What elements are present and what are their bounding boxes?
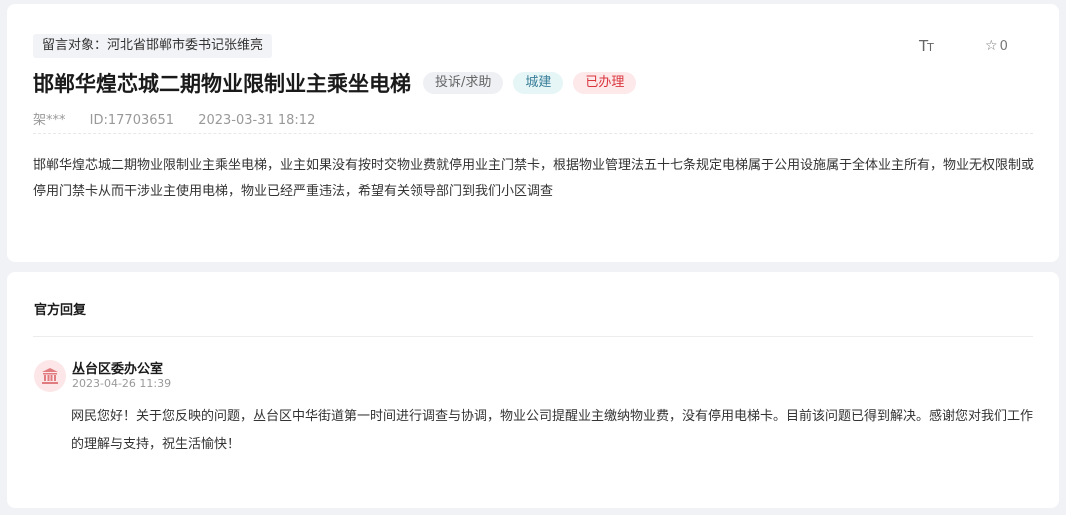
favorite-count: 0 [999, 39, 1008, 54]
official-reply-card: 官方回复 丛台区委办公室 2023-04-26 11:39 网民您好！关于您反映… [7, 272, 1059, 508]
favorite-button[interactable]: ☆ 0 [985, 38, 1008, 54]
font-size-icon[interactable]: TT [919, 37, 934, 55]
reply-datetime: 2023-04-26 11:39 [72, 377, 172, 390]
message-content: 邯郸华煌芯城二期物业限制业主乘坐电梯，业主如果没有按时交物业费就停用业主门禁卡，… [33, 158, 1035, 199]
reply-content: 网民您好！关于您反映的问题，丛台区中华街道第一时间进行调查与协调，物业公司提醒业… [71, 409, 1034, 452]
reply-heading: 官方回复 [34, 303, 87, 318]
message-meta: 架*** ID:17703651 2023-03-31 18:12 [33, 109, 335, 128]
status-badge: 已办理 [573, 72, 637, 94]
government-building-icon [42, 368, 58, 384]
reply-org-name: 丛台区委办公室 [72, 362, 164, 377]
avatar [34, 360, 66, 392]
page-title: 邯郸华煌芯城二期物业限制业主乘坐电梯 [33, 72, 411, 96]
message-datetime: 2023-03-31 18:12 [198, 113, 316, 128]
title-row: 邯郸华煌芯城二期物业限制业主乘坐电梯 投诉/求助 城建 已办理 [33, 68, 646, 98]
type-badge: 投诉/求助 [423, 72, 504, 94]
message-id: ID:17703651 [89, 113, 175, 128]
divider [33, 336, 1033, 337]
star-outline-icon: ☆ [985, 38, 998, 54]
author-name: 架*** [33, 113, 66, 128]
message-card: 留言对象：河北省邯郸市委书记张维亮 TT ☆ 0 邯郸华煌芯城二期物业限制业主乘坐… [7, 4, 1059, 262]
message-target-tag: 留言对象：河北省邯郸市委书记张维亮 [33, 34, 273, 58]
divider [33, 133, 1033, 134]
domain-badge: 城建 [513, 72, 564, 94]
